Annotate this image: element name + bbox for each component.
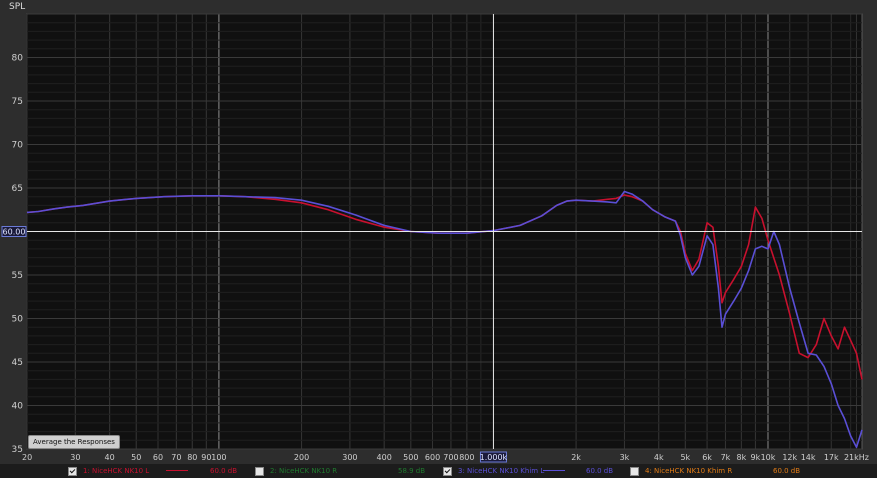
legend-value-4: 60.0 dB	[773, 467, 801, 475]
x-tick-label: 600	[425, 453, 440, 462]
x-tick-label: 7k	[721, 453, 731, 462]
legend-item-4[interactable]: 4: NiceHCK NK10 Khim R	[630, 464, 732, 478]
average-responses-button[interactable]: Average the Responses	[28, 435, 120, 449]
legend-swatch-3	[543, 470, 565, 471]
x-tick-label: 2k	[571, 453, 581, 462]
x-tick-label: 10k	[761, 453, 776, 462]
legend-item-2[interactable]: 2: NiceHCK NK10 R	[255, 464, 337, 478]
x-tick-label: 40	[105, 453, 115, 462]
y-tick-label: 65	[12, 184, 23, 194]
legend-checkbox-2[interactable]	[255, 466, 264, 476]
rew-spl-window: SPL 354045505560657075802030405060708090…	[0, 0, 877, 478]
x-tick-label: 100	[211, 453, 226, 462]
x-tick-label: 17k	[824, 453, 839, 462]
x-tick-label: 700	[443, 453, 458, 462]
frequency-response-chart[interactable]: 3540455055606570758020304050607080901002…	[0, 0, 877, 464]
x-tick-label: 9k	[751, 453, 761, 462]
x-tick-label: 5k	[680, 453, 690, 462]
x-tick-label: 12k	[782, 453, 797, 462]
cursor-y-readout: 60.00	[3, 228, 26, 237]
x-tick-label: 60	[153, 453, 163, 462]
x-tick-label: 70	[171, 453, 181, 462]
legend-value-3: 60.0 dB	[586, 467, 614, 475]
legend-value-2: 58.9 dB	[398, 467, 426, 475]
legend-label-1: 1: NiceHCK NK10 L	[83, 467, 150, 475]
legend-item-3[interactable]: 3: NiceHCK NK10 Khim L	[443, 464, 565, 478]
legend-label-3: 3: NiceHCK NK10 Khim L	[458, 467, 545, 475]
x-tick-label: 90	[201, 453, 211, 462]
x-tick-label: 500	[403, 453, 418, 462]
legend-label-4: 4: NiceHCK NK10 Khim R	[645, 467, 733, 475]
legend-swatch-1	[166, 470, 188, 471]
x-tick-label: 14k	[801, 453, 816, 462]
x-tick-label: 8k	[737, 453, 747, 462]
y-tick-label: 40	[12, 402, 24, 412]
x-tick-label: 20	[22, 453, 32, 462]
y-tick-label: 45	[12, 358, 23, 368]
legend-value-1: 60.0 dB	[210, 467, 238, 475]
x-tick-label: 21kHz	[844, 453, 869, 462]
y-tick-label: 70	[12, 141, 24, 151]
x-tick-label: 80	[187, 453, 197, 462]
x-tick-label: 200	[294, 453, 309, 462]
x-tick-label: 3k	[620, 453, 630, 462]
legend-label-2: 2: NiceHCK NK10 R	[270, 467, 338, 475]
legend-checkbox-4[interactable]	[630, 466, 639, 476]
x-tick-label: 30	[70, 453, 80, 462]
legend-checkbox-3[interactable]	[443, 466, 452, 476]
x-tick-label: 4k	[654, 453, 664, 462]
legend-checkbox-1[interactable]	[68, 466, 77, 476]
y-tick-label: 50	[12, 315, 24, 325]
x-tick-label: 50	[131, 453, 141, 462]
x-tick-label: 800	[459, 453, 474, 462]
legend-item-1[interactable]: 1: NiceHCK NK10 L	[68, 464, 188, 478]
x-tick-label: 6k	[702, 453, 712, 462]
cursor-x-readout: 1.000k	[480, 453, 508, 462]
x-tick-label: 300	[342, 453, 357, 462]
x-tick-label: 400	[377, 453, 392, 462]
legend-bar: 1: NiceHCK NK10 L 60.0 dB 2: NiceHCK NK1…	[0, 464, 877, 478]
y-tick-label: 55	[12, 271, 23, 281]
y-tick-label: 80	[12, 54, 24, 64]
y-tick-label: 75	[12, 97, 23, 107]
